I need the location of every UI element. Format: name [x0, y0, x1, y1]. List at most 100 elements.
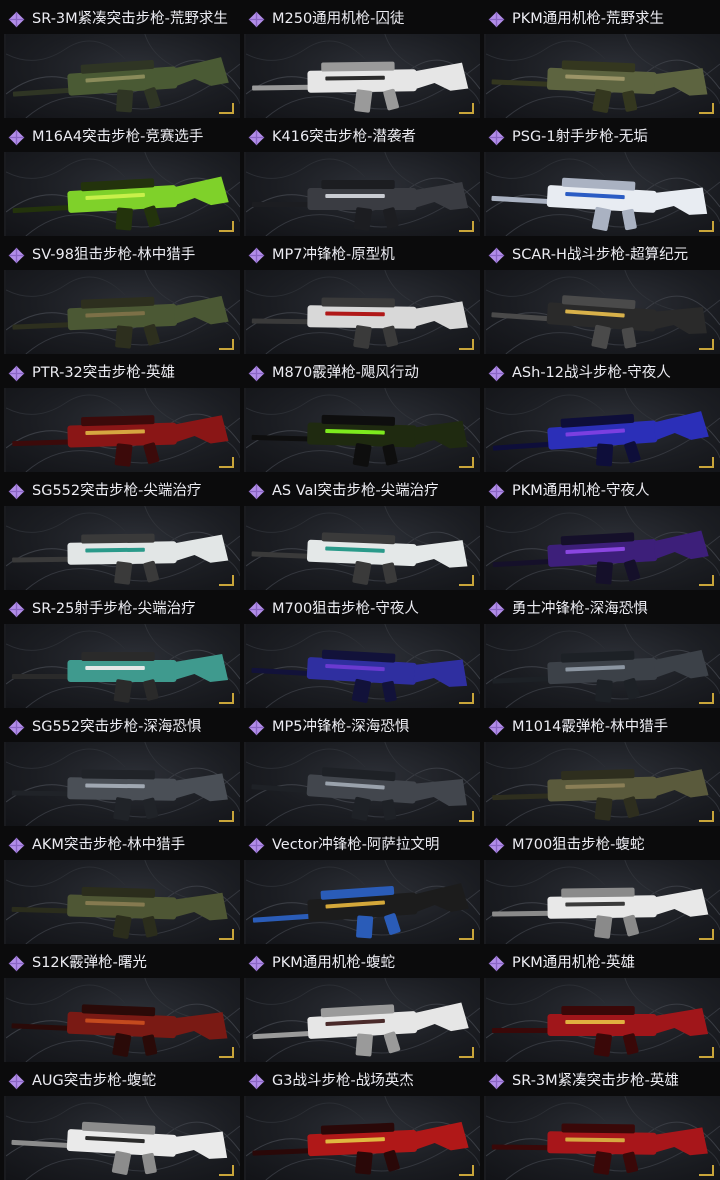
- rarity-diamond-icon: [488, 129, 505, 145]
- weapon-skin-card-7[interactable]: SV-98狙击步枪-林中猎手: [0, 236, 240, 354]
- weapon-skin-name: SR-3M紧凑突击步枪-英雄: [512, 1073, 679, 1089]
- card-title: SG552突击步枪-深海恐惧: [8, 716, 236, 738]
- weapon-silhouette: [12, 57, 229, 113]
- card-title: PKM通用机枪-英雄: [488, 952, 716, 974]
- weapon-skin-card-9[interactable]: SCAR-H战斗步枪-超算纪元: [480, 236, 720, 354]
- weapon-silhouette: [11, 886, 228, 939]
- weapon-silhouette: [252, 883, 469, 939]
- weapon-skin-name: SV-98狙击步枪-林中猎手: [32, 247, 196, 263]
- weapon-silhouette: [492, 649, 709, 703]
- weapon-skin-name: SR-25射手步枪-尖端治疗: [32, 601, 196, 617]
- weapon-skin-card-12[interactable]: ASh-12战斗步枪-守夜人: [480, 354, 720, 472]
- corner-mark-icon: [459, 693, 474, 704]
- weapon-skin-name: S12K霰弹枪-曙光: [32, 955, 147, 971]
- card-title: M700狙击步枪-守夜人: [248, 598, 476, 620]
- weapon-skin-card-19[interactable]: SG552突击步枪-深海恐惧: [0, 708, 240, 826]
- weapon-preview-image: [484, 152, 720, 236]
- weapon-skin-card-3[interactable]: PKM通用机枪-荒野求生: [480, 0, 720, 118]
- weapon-silhouette: [12, 415, 229, 467]
- weapon-skin-card-6[interactable]: PSG-1射手步枪-无垢: [480, 118, 720, 236]
- weapon-silhouette: [492, 530, 709, 585]
- weapon-skin-name: G3战斗步枪-战场英杰: [272, 1073, 414, 1089]
- weapon-skin-card-25[interactable]: S12K霰弹枪-曙光: [0, 944, 240, 1062]
- weapon-preview-image: [4, 388, 240, 472]
- weapon-skin-name: K416突击步枪-潜袭者: [272, 129, 416, 145]
- rarity-diamond-icon: [488, 1073, 505, 1089]
- weapon-skin-card-22[interactable]: AKM突击步枪-林中猎手: [0, 826, 240, 944]
- weapon-skin-card-23[interactable]: Vector冲锋枪-阿萨拉文明: [240, 826, 480, 944]
- weapon-preview-image: [484, 978, 720, 1062]
- rarity-diamond-icon: [8, 719, 25, 735]
- corner-mark-icon: [459, 929, 474, 940]
- weapon-preview-image: [244, 152, 480, 236]
- weapon-skin-card-30[interactable]: SR-3M紧凑突击步枪-英雄: [480, 1062, 720, 1180]
- corner-mark-icon: [219, 339, 234, 350]
- weapon-skin-card-16[interactable]: SR-25射手步枪-尖端治疗: [0, 590, 240, 708]
- weapon-skin-name: PTR-32突击步枪-英雄: [32, 365, 176, 381]
- weapon-skin-name: Vector冲锋枪-阿萨拉文明: [272, 837, 440, 853]
- card-title: AS Val突击步枪-尖端治疗: [248, 480, 476, 502]
- weapon-skin-card-18[interactable]: 勇士冲锋枪-深海恐惧: [480, 590, 720, 708]
- weapon-skin-card-4[interactable]: M16A4突击步枪-竞赛选手: [0, 118, 240, 236]
- weapon-silhouette: [12, 533, 229, 585]
- rarity-diamond-icon: [248, 11, 265, 27]
- weapon-preview-image: [4, 860, 240, 944]
- weapon-silhouette: [252, 61, 469, 113]
- weapon-skin-name: PKM通用机枪-蝮蛇: [272, 955, 395, 971]
- rarity-diamond-icon: [8, 837, 25, 853]
- weapon-skin-card-27[interactable]: PKM通用机枪-英雄: [480, 944, 720, 1062]
- weapon-skin-name: 勇士冲锋枪-深海恐惧: [512, 601, 648, 617]
- corner-mark-icon: [699, 221, 714, 232]
- rarity-diamond-icon: [8, 483, 25, 499]
- weapon-skin-card-29[interactable]: G3战斗步枪-战场英杰: [240, 1062, 480, 1180]
- weapon-skin-card-5[interactable]: K416突击步枪-潜袭者: [240, 118, 480, 236]
- card-title: MP7冲锋枪-原型机: [248, 244, 476, 266]
- weapon-skin-card-21[interactable]: M1014霰弹枪-林中猎手: [480, 708, 720, 826]
- weapon-silhouette: [11, 1121, 228, 1175]
- weapon-preview-image: [484, 506, 720, 590]
- rarity-diamond-icon: [488, 601, 505, 617]
- weapon-preview-image: [484, 1096, 720, 1180]
- corner-mark-icon: [459, 811, 474, 822]
- rarity-diamond-icon: [248, 1073, 265, 1089]
- weapon-skin-name: PKM通用机枪-荒野求生: [512, 11, 664, 27]
- card-title: M250通用机枪-囚徒: [248, 8, 476, 30]
- card-title: M700狙击步枪-蝮蛇: [488, 834, 716, 856]
- weapon-skin-name: SG552突击步枪-深海恐惧: [32, 719, 202, 735]
- card-title: S12K霰弹枪-曙光: [8, 952, 236, 974]
- weapon-skin-card-28[interactable]: AUG突击步枪-蝮蛇: [0, 1062, 240, 1180]
- weapon-skin-card-2[interactable]: M250通用机枪-囚徒: [240, 0, 480, 118]
- card-title: AUG突击步枪-蝮蛇: [8, 1070, 236, 1092]
- weapon-skin-card-17[interactable]: M700狙击步枪-守夜人: [240, 590, 480, 708]
- weapon-skin-card-26[interactable]: PKM通用机枪-蝮蛇: [240, 944, 480, 1062]
- corner-mark-icon: [699, 1047, 714, 1058]
- weapon-skin-name: M16A4突击步枪-竞赛选手: [32, 129, 204, 145]
- weapon-skin-card-20[interactable]: MP5冲锋枪-深海恐惧: [240, 708, 480, 826]
- weapon-preview-image: [4, 624, 240, 708]
- weapon-skin-card-11[interactable]: M870霰弹枪-飓风行动: [240, 354, 480, 472]
- rarity-diamond-icon: [8, 955, 25, 971]
- weapon-silhouette: [251, 532, 468, 585]
- corner-mark-icon: [459, 457, 474, 468]
- weapon-preview-image: [4, 978, 240, 1062]
- rarity-diamond-icon: [488, 365, 505, 381]
- weapon-skin-card-1[interactable]: SR-3M紧凑突击步枪-荒野求生: [0, 0, 240, 118]
- weapon-preview-image: [484, 624, 720, 708]
- weapon-skin-card-24[interactable]: M700狙击步枪-蝮蛇: [480, 826, 720, 944]
- weapon-skin-card-14[interactable]: AS Val突击步枪-尖端治疗: [240, 472, 480, 590]
- rarity-diamond-icon: [8, 601, 25, 617]
- weapon-silhouette: [491, 177, 708, 231]
- weapon-preview-image: [244, 978, 480, 1062]
- weapon-skin-card-8[interactable]: MP7冲锋枪-原型机: [240, 236, 480, 354]
- weapon-skin-card-13[interactable]: SG552突击步枪-尖端治疗: [0, 472, 240, 590]
- weapon-skin-name: AUG突击步枪-蝮蛇: [32, 1073, 156, 1089]
- card-title: PKM通用机枪-蝮蛇: [248, 952, 476, 974]
- weapon-preview-image: [244, 1096, 480, 1180]
- rarity-diamond-icon: [488, 955, 505, 971]
- weapon-silhouette: [251, 767, 467, 821]
- corner-mark-icon: [699, 103, 714, 114]
- weapon-skin-card-15[interactable]: PKM通用机枪-守夜人: [480, 472, 720, 590]
- weapon-skin-card-10[interactable]: PTR-32突击步枪-英雄: [0, 354, 240, 472]
- card-title: M16A4突击步枪-竞赛选手: [8, 126, 236, 148]
- weapon-silhouette: [251, 414, 468, 467]
